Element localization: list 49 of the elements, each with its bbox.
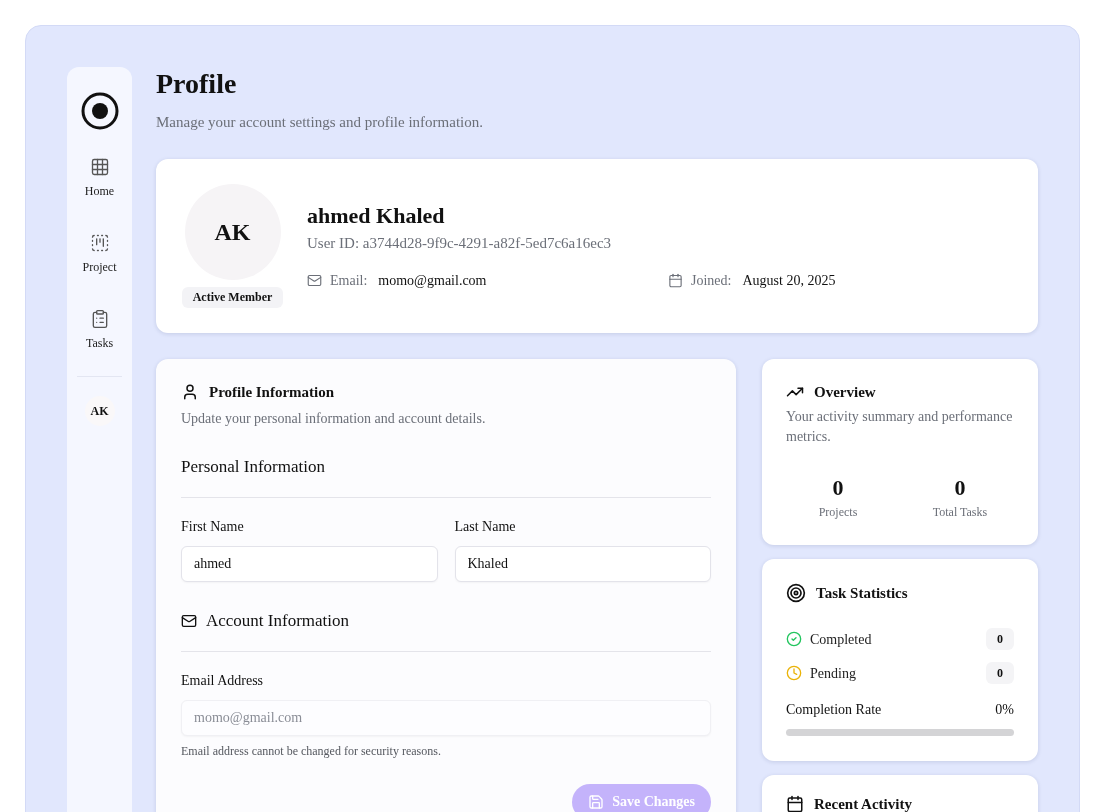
ring-logo-icon: [80, 92, 119, 130]
page-subtitle: Manage your account settings and profile information.: [156, 113, 483, 131]
user-icon: [181, 383, 199, 401]
input-field[interactable]: ahmed: [181, 546, 438, 582]
stat-value: 0: [954, 475, 966, 501]
clock-icon: [786, 665, 802, 681]
nav-item[interactable]: Project: [72, 227, 127, 280]
user-id-text: User ID: a3744d28-9f9c-4291-a82f-5ed7c6a16ec3: [307, 234, 612, 252]
stat-label: Projects: [818, 505, 858, 519]
stat-row-label: Pending: [810, 664, 856, 682]
mail-icon: [181, 613, 197, 629]
avatar: AK: [184, 184, 281, 280]
completion-label: Completion Rate: [786, 701, 882, 718]
target-icon: [786, 583, 806, 603]
detail-label: Joined:: [691, 272, 732, 289]
card-description: Your activity summary and performance metrics.: [786, 408, 1014, 446]
card-title: Overview: [814, 383, 876, 401]
input-field[interactable]: Khaled: [454, 546, 711, 582]
grid-icon: [89, 157, 110, 177]
card-title: Profile Information: [209, 383, 335, 401]
detail-label: Email:: [330, 272, 368, 289]
stat-row-label: Completed: [810, 630, 872, 648]
card-title: Recent Activity: [814, 795, 912, 812]
mail-icon: [307, 273, 322, 288]
stat-value: 0: [832, 475, 844, 501]
nav-item[interactable]: Tasks: [72, 303, 127, 356]
completion-reading: 0%: [995, 701, 1014, 718]
count-tag: 0: [986, 628, 1014, 650]
nav-item[interactable]: Home: [72, 151, 127, 204]
stat-label: Total Tasks: [932, 505, 988, 519]
section-title: Personal Information: [181, 457, 325, 477]
field-hint: Email address cannot be changed for security reasons.: [181, 744, 441, 758]
dashed-kanban-icon: [89, 233, 110, 253]
status-tag: Active Member: [181, 287, 284, 308]
card-subtitle: Update your personal information and account details.: [181, 410, 487, 427]
user-avatar[interactable]: AK: [84, 396, 115, 426]
calendar-icon: [668, 273, 683, 288]
card-title: Task Statistics: [816, 584, 908, 602]
section-title: Account Information: [206, 611, 350, 631]
field-label: First Name: [181, 519, 244, 535]
field-label: Last Name: [454, 519, 516, 535]
detail-value: August 20, 2025: [742, 272, 836, 289]
count-tag: 0: [986, 662, 1014, 684]
page-title: Profile: [156, 67, 237, 101]
field-label: Email Address: [181, 673, 264, 689]
check-circle-icon: [786, 631, 802, 647]
user-name: ahmed Khaled: [307, 203, 445, 229]
detail-value: momo@gmail.com: [378, 272, 487, 289]
calendar-icon: [786, 795, 804, 812]
